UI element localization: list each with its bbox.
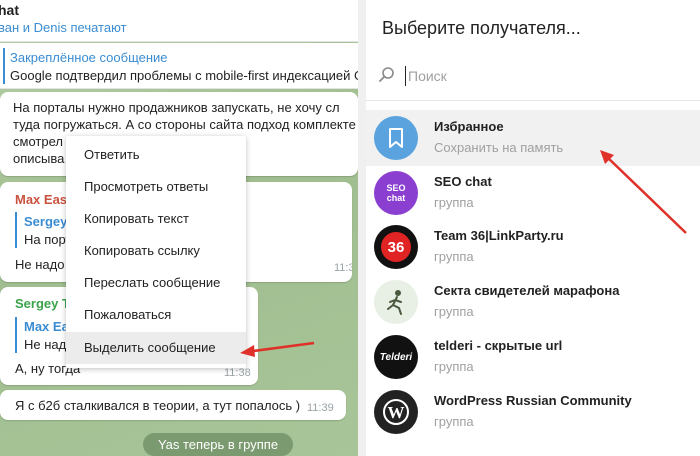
bookmark-icon: [374, 116, 418, 160]
service-message: Yas теперь в группе: [143, 433, 293, 456]
recipient-picker: Выберите получателя... Избранное Сохрани…: [366, 0, 700, 456]
message-time: 11:3: [334, 262, 352, 274]
avatar: Telderi: [374, 335, 418, 379]
quote-bar: [15, 317, 17, 353]
recipient-telderi[interactable]: Telderi telderi - скрытые url группа: [366, 329, 700, 385]
menu-item-forward[interactable]: Переслать сообщение: [66, 267, 246, 299]
search-icon: [379, 67, 394, 82]
menu-item-view-replies[interactable]: Просмотреть ответы: [66, 171, 246, 203]
recipient-subtitle: группа: [434, 195, 474, 210]
recipient-name: Избранное: [434, 119, 504, 134]
recipient-saved-messages[interactable]: Избранное Сохранить на память: [366, 110, 700, 166]
recipient-name: Секта свидетелей марафона: [434, 283, 620, 298]
chat-panel: hat ван и Denis печатают Закреплённое со…: [0, 0, 358, 456]
runner-icon: [374, 280, 418, 324]
quote-author: Sergey: [24, 214, 68, 229]
recipient-subtitle: группа: [434, 304, 474, 319]
recipient-subtitle: группа: [434, 359, 474, 374]
pinned-text: Google подтвердил проблемы с mobile-firs…: [10, 68, 358, 83]
avatar-text: Telderi: [379, 351, 413, 363]
recipient-team-36[interactable]: 36 Team 36|LinkParty.ru группа: [366, 219, 700, 275]
menu-item-select-message[interactable]: Выделить сообщение: [66, 332, 246, 364]
recipient-name: SEO chat: [434, 174, 492, 189]
quote-bar: [15, 212, 17, 248]
search-input[interactable]: [408, 66, 668, 86]
avatar: SEO chat: [374, 171, 418, 215]
avatar: 36: [374, 225, 418, 269]
context-menu: Ответить Просмотреть ответы Копировать т…: [66, 136, 246, 368]
search-divider: [366, 100, 700, 101]
menu-item-report[interactable]: Пожаловаться: [66, 299, 246, 331]
pinned-message[interactable]: Закреплённое сообщение Google подтвердил…: [0, 43, 358, 89]
message-bubble[interactable]: Я с б2б сталкивался в теории, а тут попа…: [0, 390, 346, 420]
recipient-subtitle: Сохранить на память: [434, 140, 564, 155]
recipient-name: telderi - скрытые url: [434, 338, 563, 353]
message-text: туда погружаться. А со стороны сайта под…: [13, 117, 356, 132]
avatar-text: 36: [381, 232, 411, 262]
menu-item-reply[interactable]: Ответить: [66, 139, 246, 171]
message-text: описыва: [13, 151, 65, 166]
recipient-subtitle: группа: [434, 249, 474, 264]
chat-title: hat: [0, 2, 19, 18]
avatar-text: SEO chat: [386, 183, 406, 203]
recipient-name: Team 36|LinkParty.ru: [434, 228, 564, 243]
chat-header[interactable]: hat ван и Denis печатают: [0, 0, 358, 42]
text-cursor: [405, 66, 406, 86]
menu-item-copy-link[interactable]: Копировать ссылку: [66, 235, 246, 267]
recipient-seo-chat[interactable]: SEO chat SEO chat группа: [366, 165, 700, 221]
message-text: Я с б2б сталкивался в теории, а тут попа…: [15, 398, 301, 413]
wordpress-icon: W: [374, 390, 418, 434]
pinned-title: Закреплённое сообщение: [10, 50, 168, 65]
typing-status: ван и Denis печатают: [0, 20, 127, 35]
message-sender[interactable]: Max East: [15, 192, 71, 207]
message-time: 11:38: [224, 367, 251, 379]
message-time: 11:39: [307, 402, 334, 414]
recipient-subtitle: группа: [434, 414, 474, 429]
recipient-marathon-sect[interactable]: Секта свидетелей марафона группа: [366, 274, 700, 330]
message-text: На порталы нужно продажников запускать, …: [13, 100, 340, 115]
recipient-wordpress-community[interactable]: W WordPress Russian Community группа: [366, 384, 700, 440]
pinned-bar: [3, 48, 5, 84]
svg-text:W: W: [388, 403, 405, 422]
picker-title: Выберите получателя...: [382, 18, 581, 38]
menu-item-copy-text[interactable]: Копировать текст: [66, 203, 246, 235]
panel-divider: [358, 0, 366, 456]
recipient-name: WordPress Russian Community: [434, 393, 632, 408]
